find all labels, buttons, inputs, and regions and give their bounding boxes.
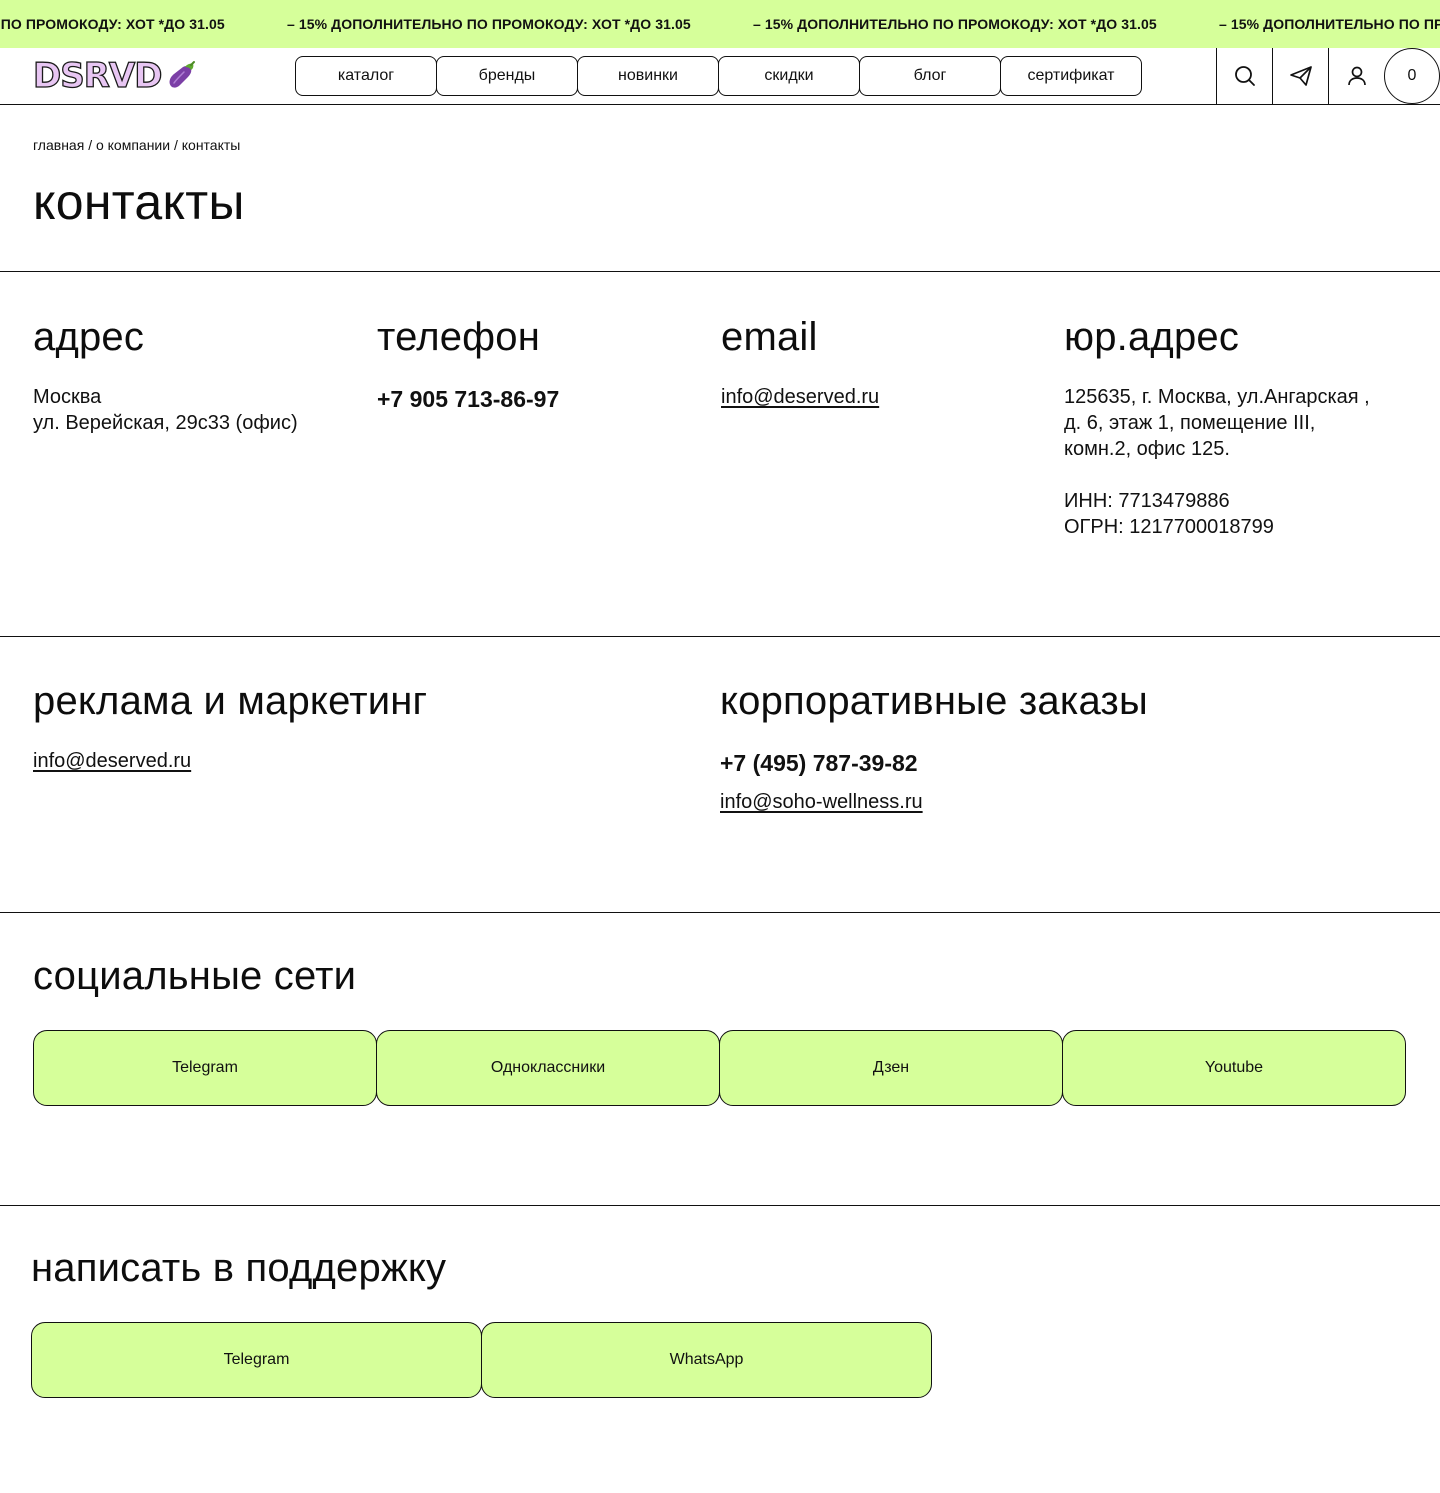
promo-text: – 15% ДОПОЛНИТЕЛЬНО ПО ПРОМОКОДУ: ХОТ *Д… — [753, 16, 1157, 32]
breadcrumb-home[interactable]: главная — [33, 137, 84, 153]
section-divider — [0, 636, 1440, 637]
eggplant-icon — [169, 61, 196, 88]
social-dzen-button[interactable]: Дзен — [719, 1030, 1063, 1106]
social-buttons: Telegram Одноклассники Дзен Youtube — [33, 1030, 1406, 1106]
promo-text: – 15% ДОПОЛНИТЕЛЬНО ПО ПРОМОКОДУ: ХОТ *Д… — [0, 16, 225, 32]
corporate-phone[interactable]: +7 (495) 787-39-82 — [720, 749, 918, 777]
corporate-email-link[interactable]: info@soho-wellness.ru — [720, 789, 923, 815]
section-divider — [0, 912, 1440, 913]
breadcrumb-about[interactable]: о компании — [96, 137, 170, 153]
nav-blog[interactable]: блог — [859, 56, 1001, 96]
marketing-heading: реклама и маркетинг — [33, 679, 428, 723]
address-city: Москва — [33, 386, 102, 408]
social-heading: социальные сети — [33, 954, 357, 998]
nav-new[interactable]: новинки — [577, 56, 719, 96]
legal-address-line: д. 6, этаж 1, помещение III, — [1064, 412, 1316, 434]
promo-ticker: – 15% ДОПОЛНИТЕЛЬНО ПО ПРОМОКОДУ: ХОТ *Д… — [0, 0, 1440, 48]
telegram-button[interactable] — [1272, 48, 1328, 104]
breadcrumb-separator: / — [173, 137, 178, 153]
nav-brands[interactable]: бренды — [436, 56, 578, 96]
support-telegram-button[interactable]: Telegram — [31, 1322, 482, 1398]
section-divider — [0, 1205, 1440, 1206]
marketing-email-link[interactable]: info@deserved.ru — [33, 748, 191, 774]
cart-button[interactable]: 0 — [1384, 48, 1440, 104]
address-street: ул. Верейская, 29с33 (офис) — [33, 412, 298, 434]
main-nav: каталог бренды новинки скидки блог серти… — [295, 56, 1142, 96]
user-icon — [1347, 66, 1366, 86]
promo-text: – 15% ДОПОЛНИТЕЛЬНО ПО ПРОМОКОДУ: ХОТ *Д… — [1219, 16, 1440, 32]
email-link[interactable]: info@deserved.ru — [721, 384, 879, 410]
legal-address-heading: юр.адрес — [1064, 315, 1240, 359]
search-button[interactable] — [1216, 48, 1272, 104]
legal-ogrn: ОГРН: 1217700018799 — [1064, 516, 1274, 538]
support-buttons: Telegram WhatsApp — [31, 1322, 932, 1398]
legal-inn: ИНН: 7713479886 — [1064, 490, 1230, 512]
corporate-heading: корпоративные заказы — [720, 679, 1148, 723]
legal-address-line: комн.2, офис 125. — [1064, 438, 1230, 460]
support-whatsapp-button[interactable]: WhatsApp — [481, 1322, 932, 1398]
nav-sale[interactable]: скидки — [718, 56, 860, 96]
nav-certificate[interactable]: сертификат — [1000, 56, 1142, 96]
breadcrumb: главная / о компании / контакты — [33, 137, 240, 153]
header-actions: 0 — [1216, 48, 1440, 104]
breadcrumb-separator: / — [88, 137, 93, 153]
section-divider — [0, 271, 1440, 272]
search-icon — [1234, 66, 1255, 86]
phone-heading: телефон — [377, 315, 541, 359]
paper-plane-icon — [1289, 66, 1312, 86]
account-button[interactable] — [1328, 48, 1384, 104]
social-odnoklassniki-button[interactable]: Одноклассники — [376, 1030, 720, 1106]
site-header: DSRVD каталог бренды новинки скидки блог… — [0, 48, 1440, 105]
social-youtube-button[interactable]: Youtube — [1062, 1030, 1406, 1106]
page-title: контакты — [33, 174, 245, 230]
logo[interactable]: DSRVD — [32, 55, 197, 97]
support-heading: написать в поддержку — [31, 1246, 447, 1290]
address-heading: адрес — [33, 315, 145, 359]
nav-catalog[interactable]: каталог — [295, 56, 437, 96]
social-telegram-button[interactable]: Telegram — [33, 1030, 377, 1106]
logo-text: DSRVD — [32, 55, 163, 96]
promo-text: – 15% ДОПОЛНИТЕЛЬНО ПО ПРОМОКОДУ: ХОТ *Д… — [287, 16, 691, 32]
phone-value[interactable]: +7 905 713-86-97 — [377, 385, 559, 413]
breadcrumb-current: контакты — [181, 137, 241, 153]
email-heading: email — [721, 315, 818, 359]
legal-address-line: 125635, г. Москва, ул.Ангарская , — [1064, 386, 1370, 408]
cart-count: 0 — [1407, 67, 1417, 84]
